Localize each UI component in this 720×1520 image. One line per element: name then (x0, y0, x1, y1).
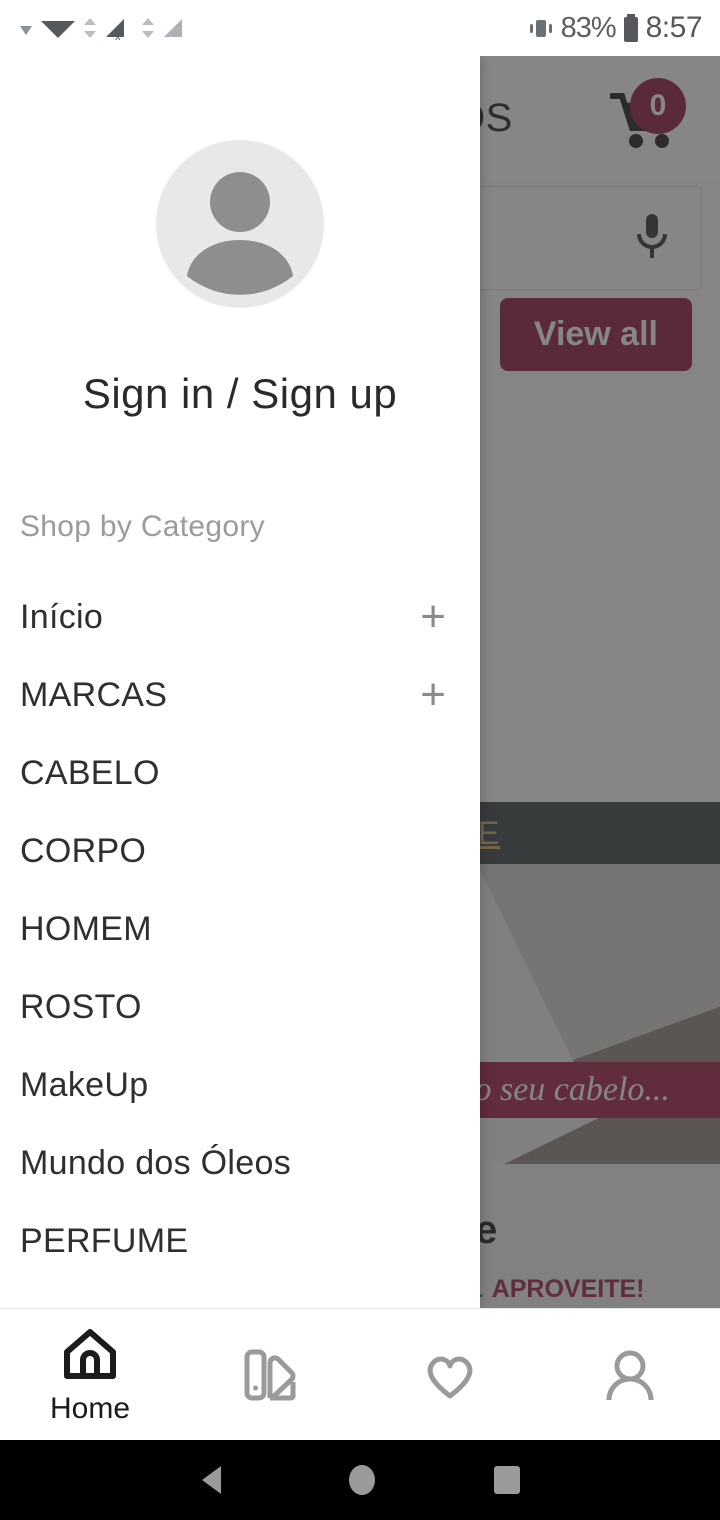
category-list: Início + MARCAS + CABELO CORPO HOMEM ROS… (0, 578, 480, 1280)
sidebar-item-mundo-dos-oleos[interactable]: Mundo dos Óleos (0, 1124, 480, 1202)
shop-by-category-title: Shop by Category (20, 510, 265, 543)
sidebar-item-marcas[interactable]: MARCAS + (0, 656, 480, 734)
navigation-drawer: Sign in / Sign up Shop by Category Iníci… (0, 56, 480, 1308)
plus-expand-icon[interactable]: + (420, 673, 446, 717)
bottom-nav-account[interactable] (540, 1309, 720, 1440)
category-label: ROSTO (20, 987, 142, 1026)
bottom-navigation-bar: Home (0, 1308, 720, 1440)
status-bar-left-icons: x (18, 13, 192, 43)
android-system-nav (0, 1440, 720, 1520)
sidebar-item-corpo[interactable]: CORPO (0, 812, 480, 890)
sign-in-sign-up-label[interactable]: Sign in / Sign up (0, 370, 480, 418)
category-label: MakeUp (20, 1065, 149, 1104)
sidebar-item-inicio[interactable]: Início + (0, 578, 480, 656)
avatar[interactable] (156, 140, 324, 308)
phone-screen: x 83% 8:57 OS (0, 0, 720, 1520)
signal-no-sim-icon: x (106, 19, 124, 43)
heart-icon (427, 1356, 473, 1398)
sidebar-item-homem[interactable]: HOMEM (0, 890, 480, 968)
account-icon (606, 1350, 654, 1400)
status-bar-right-icons: 83% 8:57 (525, 11, 703, 45)
bottom-nav-home-label: Home (49, 1391, 131, 1425)
category-label: Mundo dos Óleos (20, 1143, 291, 1182)
category-label: CORPO (20, 831, 147, 870)
drawer-header[interactable]: Sign in / Sign up (0, 56, 480, 418)
arrow-updown-icon (142, 18, 154, 38)
back-triangle-icon[interactable] (195, 1460, 235, 1500)
signal-bars-icon (164, 19, 182, 37)
bottom-nav-wishlist[interactable] (360, 1309, 540, 1440)
battery-icon (623, 14, 638, 42)
battery-percent: 83% (560, 11, 617, 44)
sidebar-item-rosto[interactable]: ROSTO (0, 968, 480, 1046)
wifi-icon (41, 21, 75, 38)
home-circle-icon[interactable] (344, 1460, 380, 1500)
plus-expand-icon[interactable]: + (420, 595, 446, 639)
catalog-icon (244, 1349, 296, 1400)
account-avatar-placeholder-icon (156, 140, 324, 308)
sidebar-item-perfume[interactable]: PERFUME (0, 1202, 480, 1280)
arrow-updown-icon (20, 26, 32, 35)
category-label: PERFUME (20, 1221, 189, 1260)
category-label: Início (20, 597, 104, 636)
recents-square-icon[interactable] (489, 1460, 525, 1500)
status-bar: x 83% 8:57 (0, 0, 720, 56)
category-label: HOMEM (20, 909, 152, 948)
bottom-nav-catalog[interactable] (180, 1309, 360, 1440)
vibrate-icon (529, 20, 552, 37)
home-icon (64, 1328, 116, 1379)
category-label: CABELO (20, 753, 160, 792)
arrow-updown-icon (84, 18, 96, 38)
sidebar-item-makeup[interactable]: MakeUp (0, 1046, 480, 1124)
clock: 8:57 (645, 11, 703, 44)
bottom-nav-home[interactable]: Home (0, 1309, 180, 1440)
svg-text:x: x (115, 31, 121, 43)
category-label: MARCAS (20, 675, 168, 714)
sidebar-item-cabelo[interactable]: CABELO (0, 734, 480, 812)
